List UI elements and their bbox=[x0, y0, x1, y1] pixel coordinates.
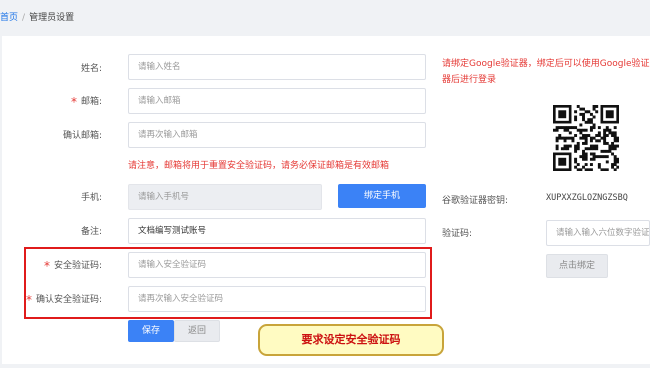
google-code-input[interactable]: 请输入输入六位数字验证码 bbox=[546, 220, 650, 246]
back-button[interactable]: 返回 bbox=[174, 320, 220, 342]
confirm-email-label: 确认邮箱: bbox=[62, 131, 102, 141]
phone-input[interactable]: 请输入手机号 bbox=[128, 184, 322, 210]
remark-label: 备注: bbox=[80, 227, 102, 237]
breadcrumb: 首页 / 管理员设置 bbox=[0, 10, 74, 26]
breadcrumb-home-link[interactable]: 首页 bbox=[0, 13, 18, 23]
save-button[interactable]: 保存 bbox=[128, 320, 174, 342]
name-label: 姓名: bbox=[80, 64, 102, 74]
breadcrumb-current: 管理员设置 bbox=[29, 13, 75, 23]
remark-input[interactable]: 文档编写测试账号 bbox=[128, 218, 426, 244]
google-secret-label: 谷歌验证器密钥: bbox=[442, 196, 509, 206]
required-mark: * bbox=[70, 95, 77, 109]
name-input[interactable]: 请输入姓名 bbox=[128, 54, 426, 80]
phone-label: 手机: bbox=[80, 193, 102, 203]
bind-phone-button[interactable]: 绑定手机 bbox=[338, 184, 426, 208]
email-input[interactable]: 请输入邮箱 bbox=[128, 88, 426, 114]
annotation-callout: 要求设定安全验证码 bbox=[258, 324, 444, 356]
email-label: * 邮箱: bbox=[70, 95, 102, 109]
google-bind-button[interactable]: 点击绑定 bbox=[546, 254, 608, 278]
highlight-box bbox=[24, 247, 432, 319]
email-warning: 请注意，邮箱将用于重置安全验证码，请务必保证邮箱是有效邮箱 bbox=[128, 161, 390, 171]
breadcrumb-separator: / bbox=[22, 13, 26, 23]
google-secret-value: XUPXXZGLOZNGZSBQ bbox=[546, 193, 628, 203]
confirm-email-input[interactable]: 请再次输入邮箱 bbox=[128, 122, 426, 148]
qr-code-icon bbox=[553, 105, 620, 172]
qr-code-graphic bbox=[553, 105, 620, 172]
google-notice: 请绑定Google验证器，绑定后可以使用Google验证器后进行登录 bbox=[442, 59, 650, 85]
google-code-label: 验证码: bbox=[442, 229, 473, 239]
